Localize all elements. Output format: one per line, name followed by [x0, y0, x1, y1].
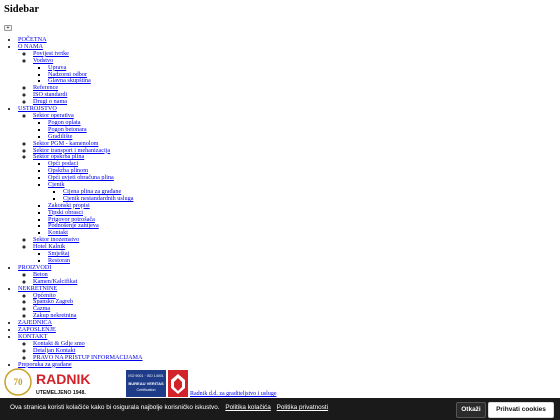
cookie-message-wrap: Ova stranica koristi kolačiće kako bi os… — [10, 404, 329, 412]
nav-item-nekretnine: NEKRETNINE Općenito Špansko Zagreb Čazma… — [18, 285, 143, 321]
nav-item-o-nama: O NAMA Povijest tvrtke Vodstvo Uprava Na… — [18, 43, 143, 106]
radnik-logo[interactable]: 70 RADNIK UTEMELJENO 1948. — [4, 366, 122, 398]
bureau-veritas-logo[interactable]: ISO 9001 · ISO 14001 BUREAU VERITAS Cert… — [126, 370, 188, 397]
bv-cert-text: Certification — [137, 388, 156, 392]
bv-name-text: BUREAU VERITAS — [128, 381, 164, 386]
cookie-accept-button[interactable]: Prihvati cookies — [488, 402, 554, 418]
nav-item-proizvodi: PROIZVODI Beton Kamen/Kalcifikat — [18, 264, 143, 286]
radnik-badge-number: 70 — [14, 377, 24, 387]
cookie-message: Ova stranica koristi kolačiće kako bi os… — [10, 404, 220, 411]
bv-standards-text: ISO 9001 · ISO 14001 — [128, 374, 164, 378]
company-tagline-link[interactable]: Radnik d.d. za graditeljstvo i usluge — [190, 391, 276, 398]
cookie-decline-button[interactable]: Otkaži — [456, 402, 486, 418]
sidebar-title: Sidebar — [4, 4, 40, 15]
nav-item-kontakt: KONTAKT Kontakt & Gdje smo Detaljan Kont… — [18, 333, 143, 362]
cookie-policy-link[interactable]: Politika kolačića — [225, 404, 270, 411]
nav-item-ustrojstvo: USTROJSTVO Sektor operativa Pogon oplata… — [18, 105, 143, 265]
sidebar-nav: POČETNA O NAMA Povijest tvrtke Vodstvo U… — [0, 36, 143, 369]
sidebar-toggle-button[interactable]: + — [4, 25, 12, 31]
radnik-logo-name: RADNIK — [36, 371, 90, 387]
cookie-consent-bar: Ova stranica koristi kolačiće kako bi os… — [0, 398, 560, 420]
radnik-logo-subtitle: UTEMELJENO 1948. — [36, 390, 86, 396]
privacy-policy-link[interactable]: Politika privatnosti — [277, 404, 329, 411]
